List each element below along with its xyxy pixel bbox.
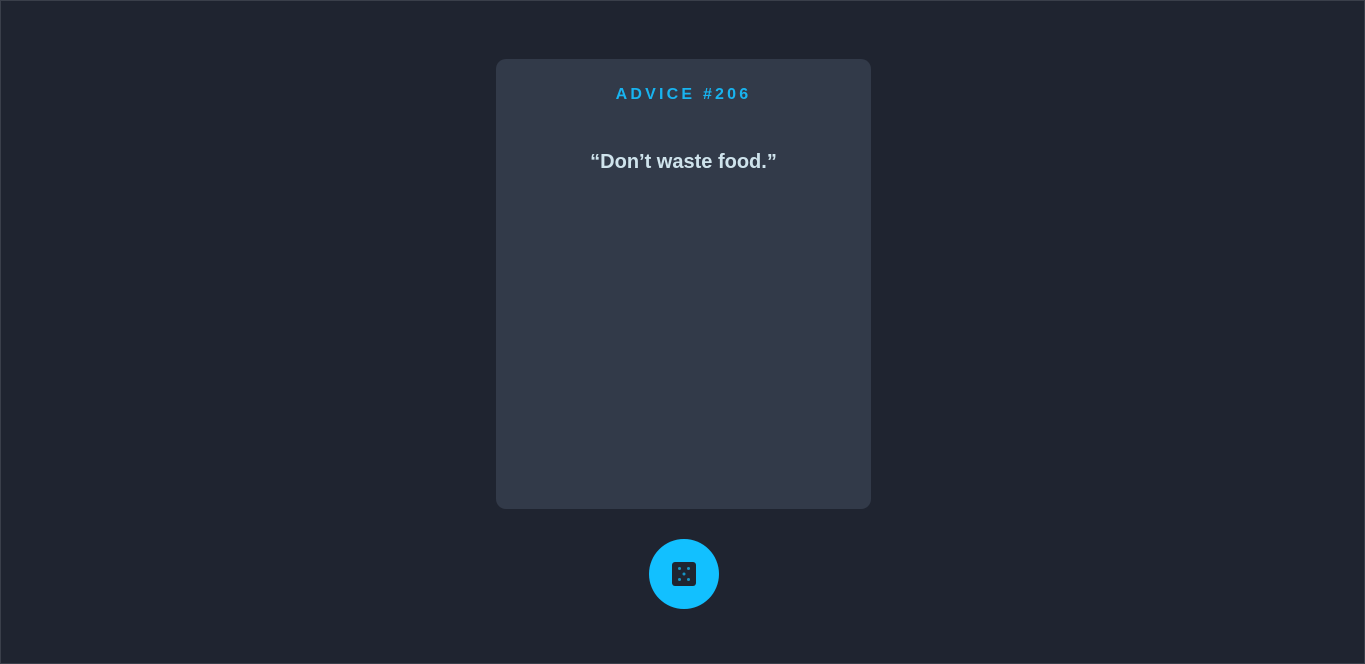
advice-id: ADVICE #206 [615,86,752,103]
page: ADVICE #206 “Don’t waste food.” [0,0,1365,664]
generate-advice-button[interactable] [649,539,719,609]
advice-text: “Don’t waste food.” [590,151,777,173]
dice-icon [672,562,696,586]
advice-card: ADVICE #206 “Don’t waste food.” [496,59,871,509]
